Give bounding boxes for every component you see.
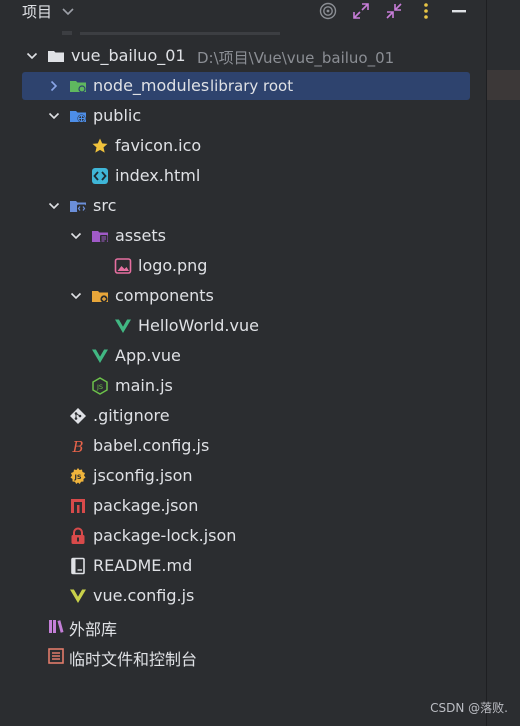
more-options-icon[interactable] (416, 1, 436, 21)
resource-folder-icon (92, 231, 108, 242)
image-file-icon (114, 258, 132, 274)
external-libraries-icon (49, 620, 64, 633)
scrolled-row-fragment (62, 31, 280, 35)
vue-file-icon (115, 319, 131, 333)
scratches-icon (48, 648, 64, 664)
project-tool-window: 项目 vue_bailuo_01 D:\项目\Vue\vue_bailuo_01… (0, 0, 486, 726)
vue-file-icon (92, 349, 108, 363)
assets-label: assets (115, 226, 166, 245)
chevron-down-icon[interactable] (69, 229, 83, 243)
html-file-icon (92, 168, 108, 184)
babel-config-label: babel.config.js (93, 436, 210, 455)
tree-row-app-vue[interactable]: App.vue (0, 341, 486, 371)
source-folder-icon (70, 201, 86, 213)
tree-row-node-modules[interactable]: node_modules library root (0, 71, 486, 101)
library-root-hint: library root (210, 77, 294, 95)
tool-window-header: 项目 (0, 0, 486, 24)
tree-row-public[interactable]: public (0, 101, 486, 131)
chevron-down-icon[interactable] (47, 199, 61, 213)
editor-gutter-edge (486, 0, 520, 726)
web-folder-icon (70, 111, 86, 123)
watermark: CSDN @落败. (430, 701, 508, 715)
tree-row-components[interactable]: components (0, 281, 486, 311)
markdown-file-icon (71, 557, 85, 575)
tool-window-title[interactable]: 项目 (22, 1, 52, 22)
tree-row-babel-config[interactable]: B babel.config.js (0, 431, 486, 461)
collapse-all-icon[interactable] (384, 1, 404, 21)
js-config-icon: JS (70, 468, 86, 484)
library-folder-icon (70, 81, 86, 93)
tree-row-vue-config[interactable]: vue.config.js (0, 581, 486, 611)
lock-icon (71, 527, 85, 544)
index-html-label: index.html (115, 166, 201, 185)
tree-row-readme[interactable]: README.md (0, 551, 486, 581)
project-root-label: vue_bailuo_01 (71, 46, 186, 65)
favicon-label: favicon.ico (115, 136, 202, 155)
star-icon (92, 138, 108, 153)
svg-text:JS: JS (96, 383, 103, 391)
tree-row-favicon[interactable]: favicon.ico (0, 131, 486, 161)
external-libraries-label: 外部库 (69, 620, 118, 639)
tree-row-package-json[interactable]: package.json (0, 491, 486, 521)
tree-row-src[interactable]: src (0, 191, 486, 221)
minimize-icon[interactable] (449, 1, 469, 21)
package-folder-icon (92, 291, 108, 303)
components-label: components (115, 286, 214, 305)
main-js-label: main.js (115, 376, 173, 395)
tree-row-assets[interactable]: assets (0, 221, 486, 251)
git-icon (70, 408, 86, 424)
tree-row-helloworld-vue[interactable]: HelloWorld.vue (0, 311, 486, 341)
npm-icon (71, 499, 85, 513)
package-json-label: package.json (93, 496, 199, 515)
tree-row-gitignore[interactable]: .gitignore (0, 401, 486, 431)
tree-row-logo-png[interactable]: logo.png (0, 251, 486, 281)
vue-config-icon (70, 589, 86, 603)
chevron-down-icon[interactable] (60, 3, 76, 19)
chevron-right-icon[interactable] (47, 79, 61, 93)
nodejs-file-icon: JS (92, 377, 108, 395)
project-root-path: D:\项目\Vue\vue_bailuo_01 (197, 49, 395, 67)
scratches-label: 临时文件和控制台 (69, 650, 198, 669)
tree-row-package-lock[interactable]: package-lock.json (0, 521, 486, 551)
src-label: src (93, 196, 117, 215)
vue-config-label: vue.config.js (93, 586, 195, 605)
gitignore-label: .gitignore (93, 406, 170, 425)
tree-row-main-js[interactable]: JS main.js (0, 371, 486, 401)
app-vue-label: App.vue (115, 346, 181, 365)
public-label: public (93, 106, 142, 125)
svg-text:JS: JS (73, 473, 81, 481)
jsconfig-label: jsconfig.json (93, 466, 193, 485)
helloworld-label: HelloWorld.vue (138, 316, 259, 335)
gutter-highlight (487, 70, 520, 100)
tree-row-index-html[interactable]: index.html (0, 161, 486, 191)
tree-row-scratches[interactable]: 临时文件和控制台 (0, 641, 486, 671)
node-modules-label: node_modules (93, 76, 210, 95)
babel-icon: B (71, 438, 83, 455)
chevron-down-icon[interactable] (25, 49, 39, 63)
expand-all-icon[interactable] (351, 1, 371, 21)
logo-png-label: logo.png (138, 256, 208, 275)
tree-row-project-root[interactable]: vue_bailuo_01 D:\项目\Vue\vue_bailuo_01 (0, 41, 486, 71)
target-icon[interactable] (318, 1, 338, 21)
chevron-down-icon[interactable] (69, 289, 83, 303)
chevron-down-icon[interactable] (47, 109, 61, 123)
package-lock-label: package-lock.json (93, 526, 237, 545)
tree-row-jsconfig[interactable]: JS jsconfig.json (0, 461, 486, 491)
readme-label: README.md (93, 556, 193, 575)
folder-icon (48, 51, 64, 62)
tree-row-external-libraries[interactable]: 外部库 (0, 611, 486, 641)
svg-text:B: B (71, 438, 83, 455)
